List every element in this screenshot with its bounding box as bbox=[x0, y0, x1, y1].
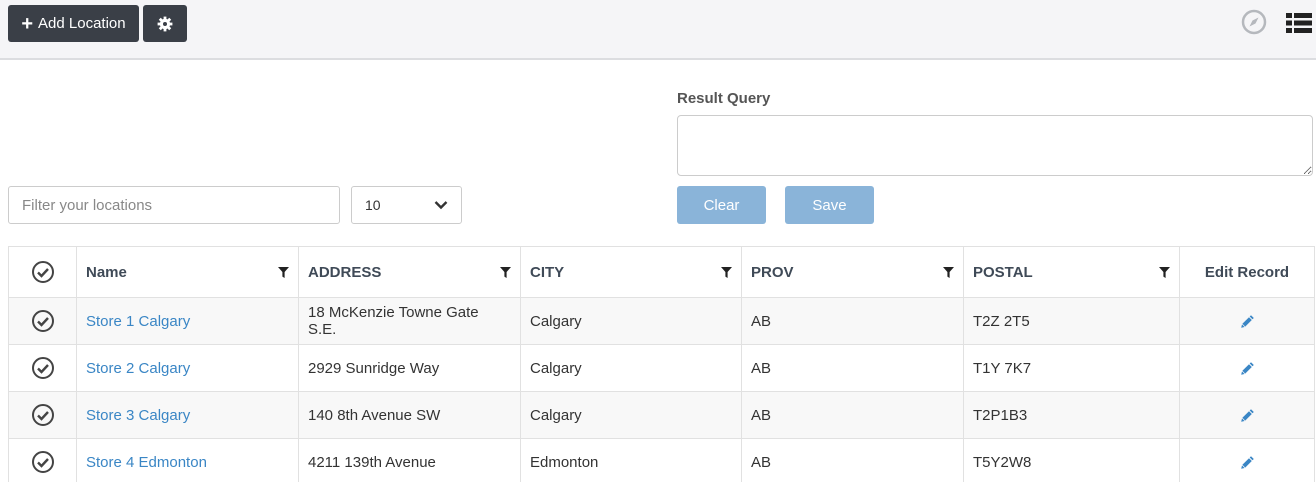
postal-cell: T5Y2W8 bbox=[963, 438, 1180, 482]
locations-table: Name ADDRESS CITY PROV POSTAL Edit Recor… bbox=[8, 246, 1315, 482]
plus-icon: + bbox=[21, 12, 34, 35]
edit-record-cell bbox=[1179, 344, 1315, 392]
edit-record-cell bbox=[1179, 391, 1315, 439]
filter-icon[interactable] bbox=[500, 266, 511, 278]
location-name-link[interactable]: Store 4 Edmonton bbox=[86, 454, 207, 471]
filter-icon[interactable] bbox=[278, 266, 289, 278]
table-row: Store 1 Calgary 18 McKenzie Towne Gate S… bbox=[8, 297, 1315, 345]
postal-cell: T2P1B3 bbox=[963, 391, 1180, 439]
save-button[interactable]: Save bbox=[785, 186, 874, 224]
city-cell: Calgary bbox=[520, 297, 742, 345]
filter-icon[interactable] bbox=[721, 266, 732, 278]
edit-record-cell bbox=[1179, 438, 1315, 482]
add-location-label: Add Location bbox=[38, 15, 126, 32]
address-cell: 18 McKenzie Towne Gate S.E. bbox=[298, 297, 521, 345]
postal-cell: T1Y 7K7 bbox=[963, 344, 1180, 392]
address-header-label: ADDRESS bbox=[308, 263, 382, 281]
row-select-cell[interactable] bbox=[8, 391, 77, 439]
prov-cell: AB bbox=[741, 297, 964, 345]
check-circle-icon[interactable] bbox=[31, 260, 55, 284]
check-circle-icon[interactable] bbox=[31, 403, 55, 427]
gear-icon bbox=[157, 16, 173, 31]
compass-icon[interactable] bbox=[1241, 9, 1267, 35]
edit-record-cell bbox=[1179, 297, 1315, 345]
prov-cell: AB bbox=[741, 438, 964, 482]
city-header-label: CITY bbox=[530, 263, 565, 281]
city-cell: Edmonton bbox=[520, 438, 742, 482]
address-column-header[interactable]: ADDRESS bbox=[298, 246, 521, 298]
check-circle-icon[interactable] bbox=[31, 309, 55, 333]
location-name-link[interactable]: Store 3 Calgary bbox=[86, 407, 190, 424]
postal-header-label: POSTAL bbox=[973, 263, 1033, 281]
table-row: Store 2 Calgary 2929 Sunridge Way Calgar… bbox=[8, 344, 1315, 392]
filter-icon[interactable] bbox=[1159, 266, 1170, 278]
row-select-cell[interactable] bbox=[8, 297, 77, 345]
result-query-label: Result Query bbox=[677, 90, 771, 107]
city-cell: Calgary bbox=[520, 344, 742, 392]
address-cell: 4211 139th Avenue bbox=[298, 438, 521, 482]
prov-cell: AB bbox=[741, 391, 964, 439]
address-cell: 140 8th Avenue SW bbox=[298, 391, 521, 439]
list-view-icon[interactable] bbox=[1286, 12, 1312, 34]
top-toolbar: + Add Location bbox=[0, 0, 1316, 60]
name-column-header[interactable]: Name bbox=[76, 246, 299, 298]
row-select-cell[interactable] bbox=[8, 438, 77, 482]
pencil-icon[interactable] bbox=[1240, 361, 1254, 376]
prov-header-label: PROV bbox=[751, 263, 794, 281]
result-query-textarea[interactable] bbox=[677, 115, 1313, 176]
prov-cell: AB bbox=[741, 344, 964, 392]
chevron-down-icon bbox=[434, 201, 448, 210]
settings-button[interactable] bbox=[143, 5, 187, 42]
pencil-icon[interactable] bbox=[1240, 455, 1254, 470]
add-location-button[interactable]: + Add Location bbox=[8, 5, 139, 42]
filter-icon[interactable] bbox=[943, 266, 954, 278]
table-row: Store 3 Calgary 140 8th Avenue SW Calgar… bbox=[8, 391, 1315, 439]
pencil-icon[interactable] bbox=[1240, 408, 1254, 423]
check-circle-icon[interactable] bbox=[31, 450, 55, 474]
city-cell: Calgary bbox=[520, 391, 742, 439]
location-name-link[interactable]: Store 1 Calgary bbox=[86, 313, 190, 330]
pencil-icon[interactable] bbox=[1240, 314, 1254, 329]
page-size-select[interactable]: 10 bbox=[351, 186, 462, 224]
city-column-header[interactable]: CITY bbox=[520, 246, 742, 298]
postal-cell: T2Z 2T5 bbox=[963, 297, 1180, 345]
postal-column-header[interactable]: POSTAL bbox=[963, 246, 1180, 298]
table-header-row: Name ADDRESS CITY PROV POSTAL Edit Recor… bbox=[8, 246, 1315, 298]
name-header-label: Name bbox=[86, 263, 127, 281]
edit-record-header: Edit Record bbox=[1179, 246, 1315, 298]
address-cell: 2929 Sunridge Way bbox=[298, 344, 521, 392]
check-circle-icon[interactable] bbox=[31, 356, 55, 380]
row-select-cell[interactable] bbox=[8, 344, 77, 392]
page-size-value: 10 bbox=[365, 197, 381, 213]
filter-locations-input[interactable] bbox=[8, 186, 340, 224]
table-row: Store 4 Edmonton 4211 139th Avenue Edmon… bbox=[8, 438, 1315, 482]
location-name-link[interactable]: Store 2 Calgary bbox=[86, 360, 190, 377]
clear-button[interactable]: Clear bbox=[677, 186, 766, 224]
select-all-header[interactable] bbox=[8, 246, 77, 298]
prov-column-header[interactable]: PROV bbox=[741, 246, 964, 298]
